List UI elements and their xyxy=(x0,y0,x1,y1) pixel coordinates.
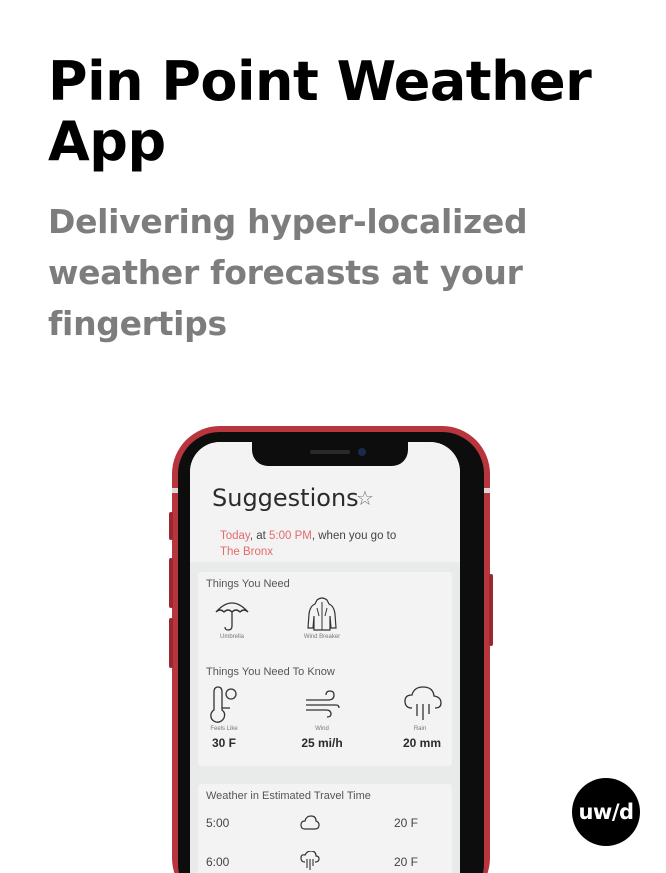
know-value: 20 mm xyxy=(402,736,442,750)
know-value: 25 mi/h xyxy=(301,736,343,750)
at-text: , at xyxy=(249,530,270,542)
context-line: Today, at 5:00 PM, when you go to The Bro… xyxy=(220,528,450,560)
cloud-rain-icon xyxy=(300,851,320,870)
know-label: Feels Like xyxy=(210,726,238,732)
page-title: Pin Point Weather App xyxy=(48,50,592,173)
camera xyxy=(358,448,366,456)
screen-heading: Suggestions xyxy=(212,484,359,512)
today-label[interactable]: Today xyxy=(220,530,250,542)
know-title: Things You Need To Know xyxy=(206,666,335,678)
needs-title: Things You Need xyxy=(206,578,290,590)
travel-time: 5:00 xyxy=(206,816,230,830)
needs-label: Umbrella xyxy=(219,634,244,640)
wind-icon xyxy=(306,690,340,718)
phone-button xyxy=(489,574,493,646)
know-label: Wind xyxy=(315,726,329,732)
when-text: , when you go to xyxy=(311,530,397,542)
know-value: 30 F xyxy=(211,736,236,750)
speaker xyxy=(310,450,350,454)
cloud-icon xyxy=(300,815,320,830)
phone-button xyxy=(169,618,173,668)
time-label[interactable]: 5:00 PM xyxy=(269,530,312,542)
travel-time: 6:00 xyxy=(206,855,230,869)
know-label: Rain xyxy=(413,726,427,732)
phone-button xyxy=(169,512,173,540)
place-label[interactable]: The Bronx xyxy=(220,546,273,558)
travel-card: Weather in Estimated Travel Time 5:00 20… xyxy=(198,784,452,873)
page-subtitle: Delivering hyper-localized weather forec… xyxy=(48,202,528,343)
jacket-icon xyxy=(307,597,337,631)
phone-notch xyxy=(252,442,408,466)
phone-antenna-band xyxy=(484,488,490,493)
rain-icon xyxy=(404,686,442,720)
travel-temp: 20 F xyxy=(394,816,419,830)
app-screen: Suggestions ☆ Today, at 5:00 PM, when yo… xyxy=(190,442,460,873)
needs-card: Things You Need Umbrella Wind Breaker Th… xyxy=(198,572,452,766)
star-icon[interactable]: ☆ xyxy=(356,486,374,511)
phone-button xyxy=(169,558,173,608)
travel-title: Weather in Estimated Travel Time xyxy=(206,790,371,802)
phone-mockup: Suggestions ☆ Today, at 5:00 PM, when yo… xyxy=(169,426,493,873)
thermometer-icon xyxy=(210,686,237,723)
needs-label: Wind Breaker xyxy=(303,634,341,640)
umbrella-icon xyxy=(215,602,249,631)
travel-temp: 20 F xyxy=(394,855,419,869)
uwd-logo: uw/d xyxy=(572,778,640,846)
